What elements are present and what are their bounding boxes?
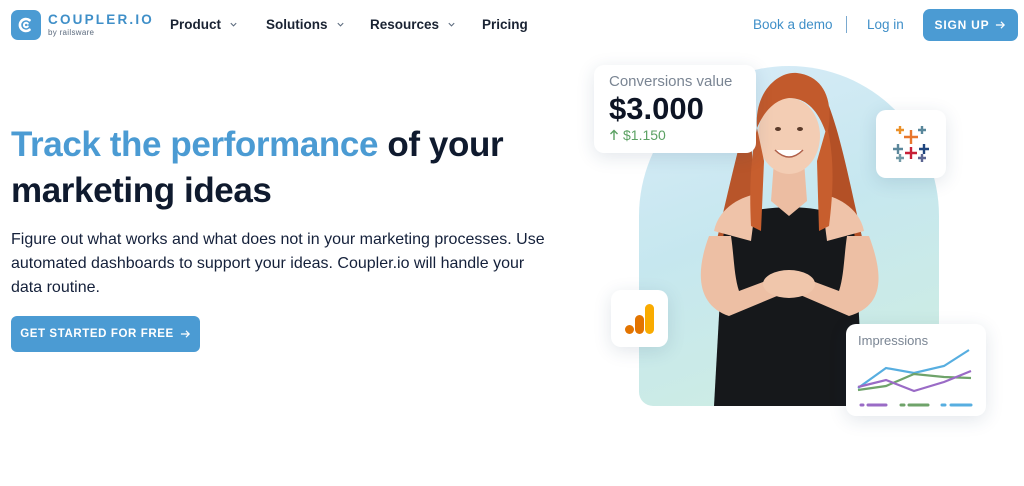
conversions-delta: $1.150 (609, 127, 756, 143)
conversions-delta-value: $1.150 (623, 127, 666, 143)
nav-item-pricing[interactable]: Pricing (482, 17, 528, 32)
headline-accent: Track the performance (11, 125, 379, 164)
nav-divider (846, 16, 847, 33)
hero-headline: Track the performance of your marketing i… (11, 122, 571, 214)
nav-item-label: Resources (370, 17, 440, 32)
impressions-card: Impressions (846, 324, 986, 416)
tableau-card (876, 110, 946, 178)
get-started-button[interactable]: GET STARTED FOR FREE (11, 316, 200, 352)
signup-button[interactable]: SIGN UP (923, 9, 1018, 41)
brand-name: COUPLER.IO (48, 12, 155, 28)
nav-item-label: Pricing (482, 17, 528, 32)
arrow-right-icon (180, 330, 190, 338)
nav-item-label: Product (170, 17, 222, 32)
brand-subtitle: by railsware (48, 27, 95, 37)
top-navigation: COUPLER.IO by railsware Product Solution… (0, 0, 1024, 50)
conversions-value: $3.000 (609, 91, 704, 126)
chevron-down-icon (336, 22, 344, 27)
login-link[interactable]: Log in (867, 17, 904, 32)
headline-part-1: of your (378, 125, 504, 164)
chevron-down-icon (230, 22, 237, 27)
conversions-label: Conversions value (609, 73, 733, 90)
chevron-down-icon (448, 22, 455, 27)
nav-item-product[interactable]: Product (170, 17, 238, 32)
nav-item-solutions[interactable]: Solutions (266, 17, 345, 32)
cta-label: GET STARTED FOR FREE (20, 328, 174, 340)
google-analytics-icon (624, 303, 654, 334)
brand-logo[interactable]: COUPLER.IO by railsware (11, 10, 154, 40)
signup-label: SIGN UP (934, 18, 990, 32)
headline-part-2: marketing ideas (11, 171, 272, 210)
nav-item-label: Solutions (266, 17, 328, 32)
arrow-right-icon (996, 21, 1006, 29)
coupler-logo-icon (11, 10, 41, 40)
nav-item-resources[interactable]: Resources (370, 17, 456, 32)
hero-description: Figure out what works and what does not … (11, 231, 545, 296)
impressions-sparkline (857, 349, 973, 407)
tableau-icon (893, 126, 929, 162)
book-demo-link[interactable]: Book a demo (753, 17, 833, 32)
google-analytics-card (611, 290, 668, 347)
arrow-up-icon (610, 129, 618, 140)
conversions-card: Conversions value $3.000 $1.150 (594, 65, 756, 153)
